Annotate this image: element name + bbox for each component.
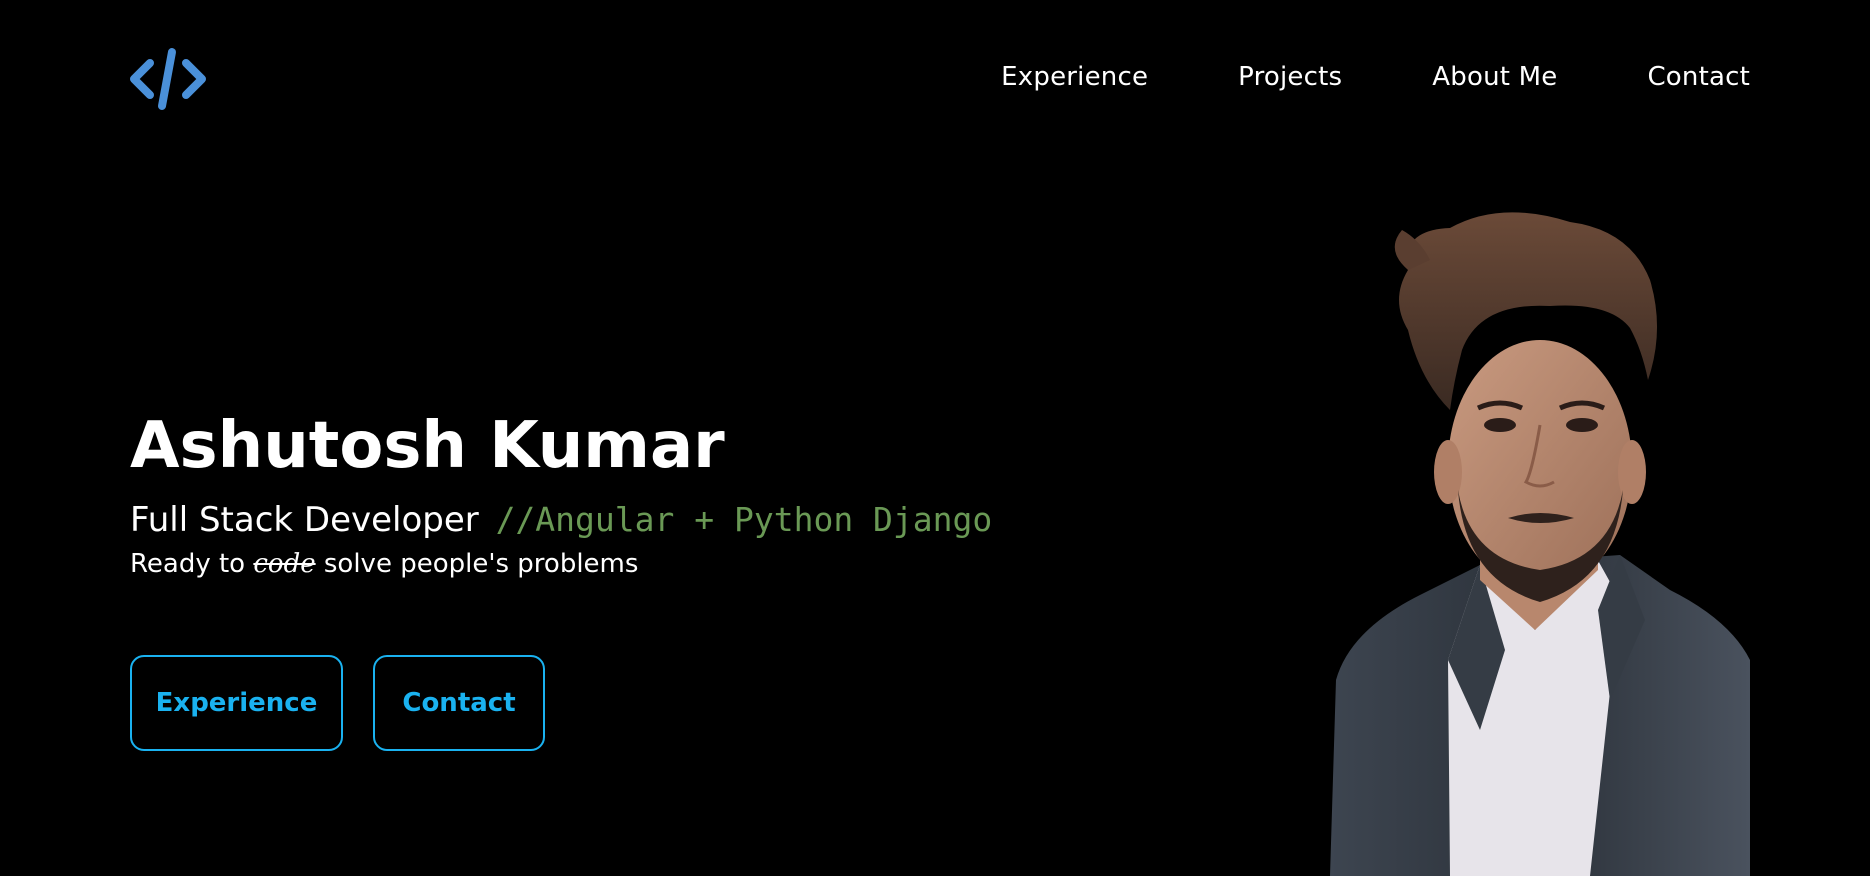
tagline-prefix: Ready to xyxy=(130,549,246,579)
hero-name: Ashutosh Kumar xyxy=(130,409,725,483)
cta-row: Experience Contact xyxy=(130,655,545,751)
hero-tagline: Ready to code solve people's problems xyxy=(130,546,1030,582)
tagline-strikethrough: code xyxy=(253,549,316,579)
nav-link-projects[interactable]: Projects xyxy=(1238,62,1342,92)
experience-button[interactable]: Experience xyxy=(130,655,343,751)
nav-link-contact[interactable]: Contact xyxy=(1647,62,1750,92)
nav-link-about-me[interactable]: About Me xyxy=(1432,62,1557,92)
hero-role: Full Stack Developer //Angular + Python … xyxy=(130,498,1030,542)
navbar: Experience Projects About Me Contact xyxy=(0,0,1870,160)
nav-link-experience[interactable]: Experience xyxy=(1001,62,1148,92)
site-logo[interactable] xyxy=(128,46,208,112)
role-title: Full Stack Developer xyxy=(130,500,479,540)
role-comment: //Angular + Python Django xyxy=(495,500,993,539)
profile-photo xyxy=(1330,212,1750,876)
hero-section: Ashutosh Kumar Full Stack Developer //An… xyxy=(130,408,1030,582)
tagline-suffix: solve people's problems xyxy=(323,549,639,579)
contact-button[interactable]: Contact xyxy=(373,655,545,751)
code-brackets-icon xyxy=(130,48,206,110)
nav-links: Experience Projects About Me Contact xyxy=(1001,62,1750,92)
